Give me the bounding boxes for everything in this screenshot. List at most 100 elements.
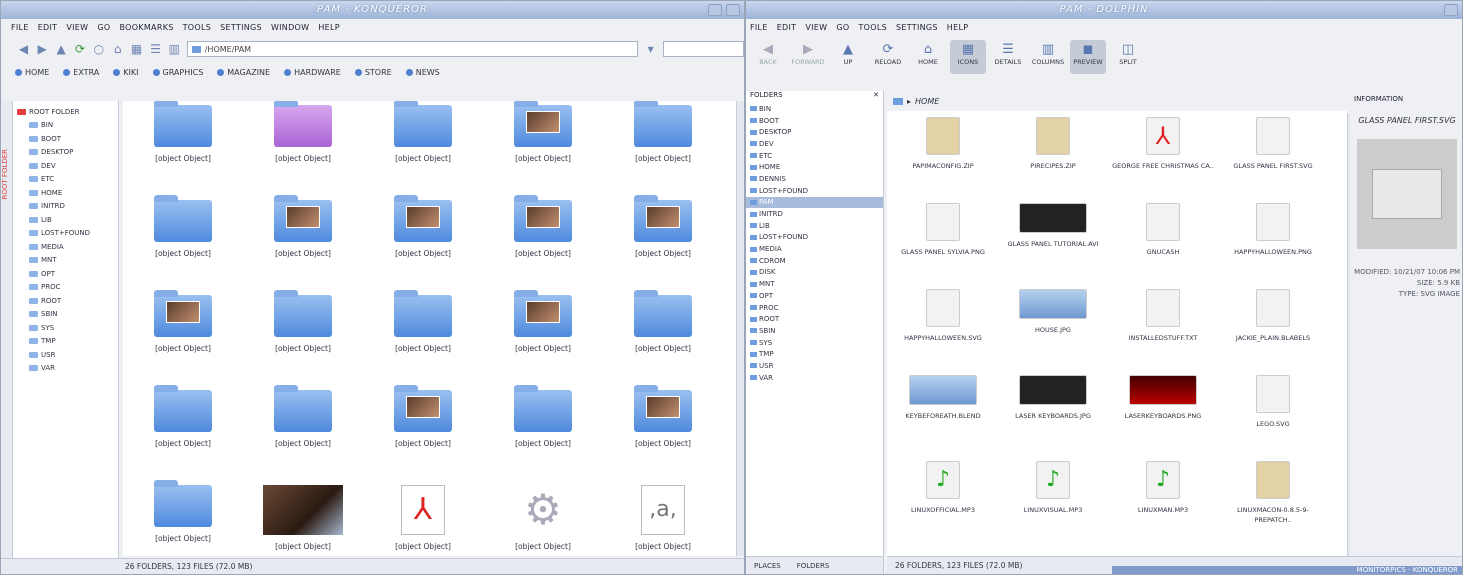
folder-item[interactable]: BIN [746,103,883,115]
file-item[interactable]: [object Object] [245,485,361,552]
menu-window[interactable]: WINDOW [271,23,309,32]
bookmark-hardware[interactable]: HARDWARE [284,68,341,77]
reload-icon[interactable]: ⟳ [74,41,87,57]
menu-go[interactable]: GO [836,23,849,32]
tab-folders[interactable]: FOLDERS [789,557,838,574]
menu-view[interactable]: VIEW [805,23,827,32]
bookmark-home[interactable]: HOME [15,68,49,77]
file-item[interactable]: [object Object] [245,290,361,354]
file-item[interactable]: [object Object] [485,290,601,354]
file-item[interactable]: KEYBEFOREATH.BLEND [889,375,997,421]
file-item[interactable]: LASER KEYBOARDS.JPG [999,375,1107,421]
columns-button[interactable]: ▥ COLUMNS [1030,40,1066,66]
file-item[interactable]: HAPPYHALLOWEEN.SVG [889,289,997,343]
home-button[interactable]: ⌂ HOME [910,40,946,66]
folder-item[interactable]: PAM [746,196,883,209]
file-item[interactable]: [object Object] [365,290,481,354]
file-item[interactable]: [object Object] [245,385,361,449]
file-item[interactable]: ⚙ [object Object] [485,485,601,552]
taskbar-entry[interactable]: MONITORPICS - KONQUEROR [1112,566,1462,574]
file-item[interactable]: [object Object] [365,385,481,449]
file-item[interactable]: ♪ LINUXMAN.MP3 [1109,461,1217,515]
tree-item-var[interactable]: VAR [13,362,118,376]
up-icon[interactable]: ▲ [55,41,68,57]
tab-places[interactable]: PLACES [746,557,789,574]
tree-item-mnt[interactable]: MNT [13,254,118,268]
folder-item[interactable]: USR [746,360,883,372]
file-item[interactable]: [object Object] [485,195,601,259]
menu-file[interactable]: FILE [11,23,29,32]
file-item[interactable]: [object Object] [125,290,241,354]
file-item[interactable]: [object Object] [605,101,721,164]
minimize-button[interactable] [708,4,722,16]
file-item[interactable]: [object Object] [485,101,601,164]
bookmark-kiki[interactable]: KIKI [113,68,139,77]
folder-item[interactable]: CDROM [746,255,883,267]
file-item[interactable]: [object Object] [365,101,481,164]
file-item[interactable]: [object Object] [125,195,241,259]
folder-item[interactable]: MNT [746,278,883,290]
folder-item[interactable]: HOME [746,161,883,173]
menu-help[interactable]: HELP [947,23,969,32]
details-button[interactable]: ☰ DETAILS [990,40,1026,66]
bookmark-news[interactable]: NEWS [405,68,440,77]
file-item[interactable]: [object Object] [245,101,361,164]
file-item[interactable]: [object Object] [365,195,481,259]
forward-button[interactable]: ▶ FORWARD [790,40,826,66]
folder-item[interactable]: TMP [746,348,883,360]
folder-item[interactable]: DISK [746,267,883,279]
file-item[interactable]: [object Object] [125,101,241,164]
tree-item-media[interactable]: MEDIA [13,240,118,254]
file-item[interactable]: INSTALLEDSTUFF.TXT [1109,289,1217,343]
close-button[interactable] [726,4,740,16]
back-button[interactable]: ◀ BACK [750,40,786,66]
folder-item[interactable]: VAR [746,372,883,384]
konqueror-titlebar[interactable]: PAM - KONQUEROR [1,1,744,19]
bookmark-graphics[interactable]: GRAPHICS [152,68,203,77]
stop-icon[interactable]: ○ [92,41,105,57]
file-item[interactable]: ⅄ [object Object] [365,485,481,552]
file-item[interactable]: [object Object] [245,195,361,259]
folder-item[interactable]: DEV [746,138,883,150]
breadcrumb-home[interactable]: HOME [915,97,939,106]
file-item[interactable]: HOUSE.JPG [999,289,1107,335]
folder-item[interactable]: ROOT [746,313,883,325]
detail-view-icon[interactable]: ▥ [168,41,181,57]
folder-item[interactable]: LOST+FOUND [746,232,883,244]
close-icon[interactable]: ✕ [873,91,879,103]
file-item[interactable]: GLASS PANEL FIRST.SVG [1219,117,1327,171]
go-icon[interactable]: ▾ [644,41,657,57]
breadcrumb[interactable]: ▸ HOME [887,91,1347,111]
tree-item-lostfound[interactable]: LOST+FOUND [13,227,118,241]
split-button[interactable]: ◫ SPLIT [1110,40,1146,66]
file-item[interactable]: [object Object] [125,385,241,449]
folder-item[interactable]: SYS [746,337,883,349]
tree-item-lib[interactable]: LIB [13,213,118,227]
file-item[interactable]: ,a, [object Object] [605,485,721,552]
dolphin-titlebar[interactable]: PAM - DOLPHIN [746,1,1462,19]
file-item[interactable]: [object Object] [605,195,721,259]
back-icon[interactable]: ◀ [17,41,30,57]
tree-item-sys[interactable]: SYS [13,321,118,335]
menu-help[interactable]: HELP [318,23,340,32]
folder-item[interactable]: DENNIS [746,173,883,185]
file-item[interactable]: LEGO.SVG [1219,375,1327,429]
tree-item-initrd[interactable]: INITRD [13,200,118,214]
file-item[interactable]: PAPIMACONFIG.ZIP [889,117,997,171]
tree-item-bin[interactable]: BIN [13,119,118,133]
file-item[interactable]: ♪ LINUXVISUAL.MP3 [999,461,1107,515]
tree-item-home[interactable]: HOME [13,186,118,200]
sidebar-tab-root-folder[interactable]: ROOT FOLDER [1,149,9,200]
tree-root[interactable]: ROOT FOLDER [13,105,118,119]
file-item[interactable]: PIRECIPES.ZIP [999,117,1107,171]
close-button[interactable] [1444,4,1458,16]
tree-item-etc[interactable]: ETC [13,173,118,187]
bookmark-store[interactable]: STORE [354,68,392,77]
menu-go[interactable]: GO [97,23,110,32]
folder-item[interactable]: ETC [746,150,883,162]
file-item[interactable]: ♪ LINUXOFFICIAL.MP3 [889,461,997,515]
file-item[interactable]: [object Object] [485,385,601,449]
menu-settings[interactable]: SETTINGS [896,23,938,32]
tree-item-tmp[interactable]: TMP [13,335,118,349]
search-input[interactable] [663,41,744,57]
